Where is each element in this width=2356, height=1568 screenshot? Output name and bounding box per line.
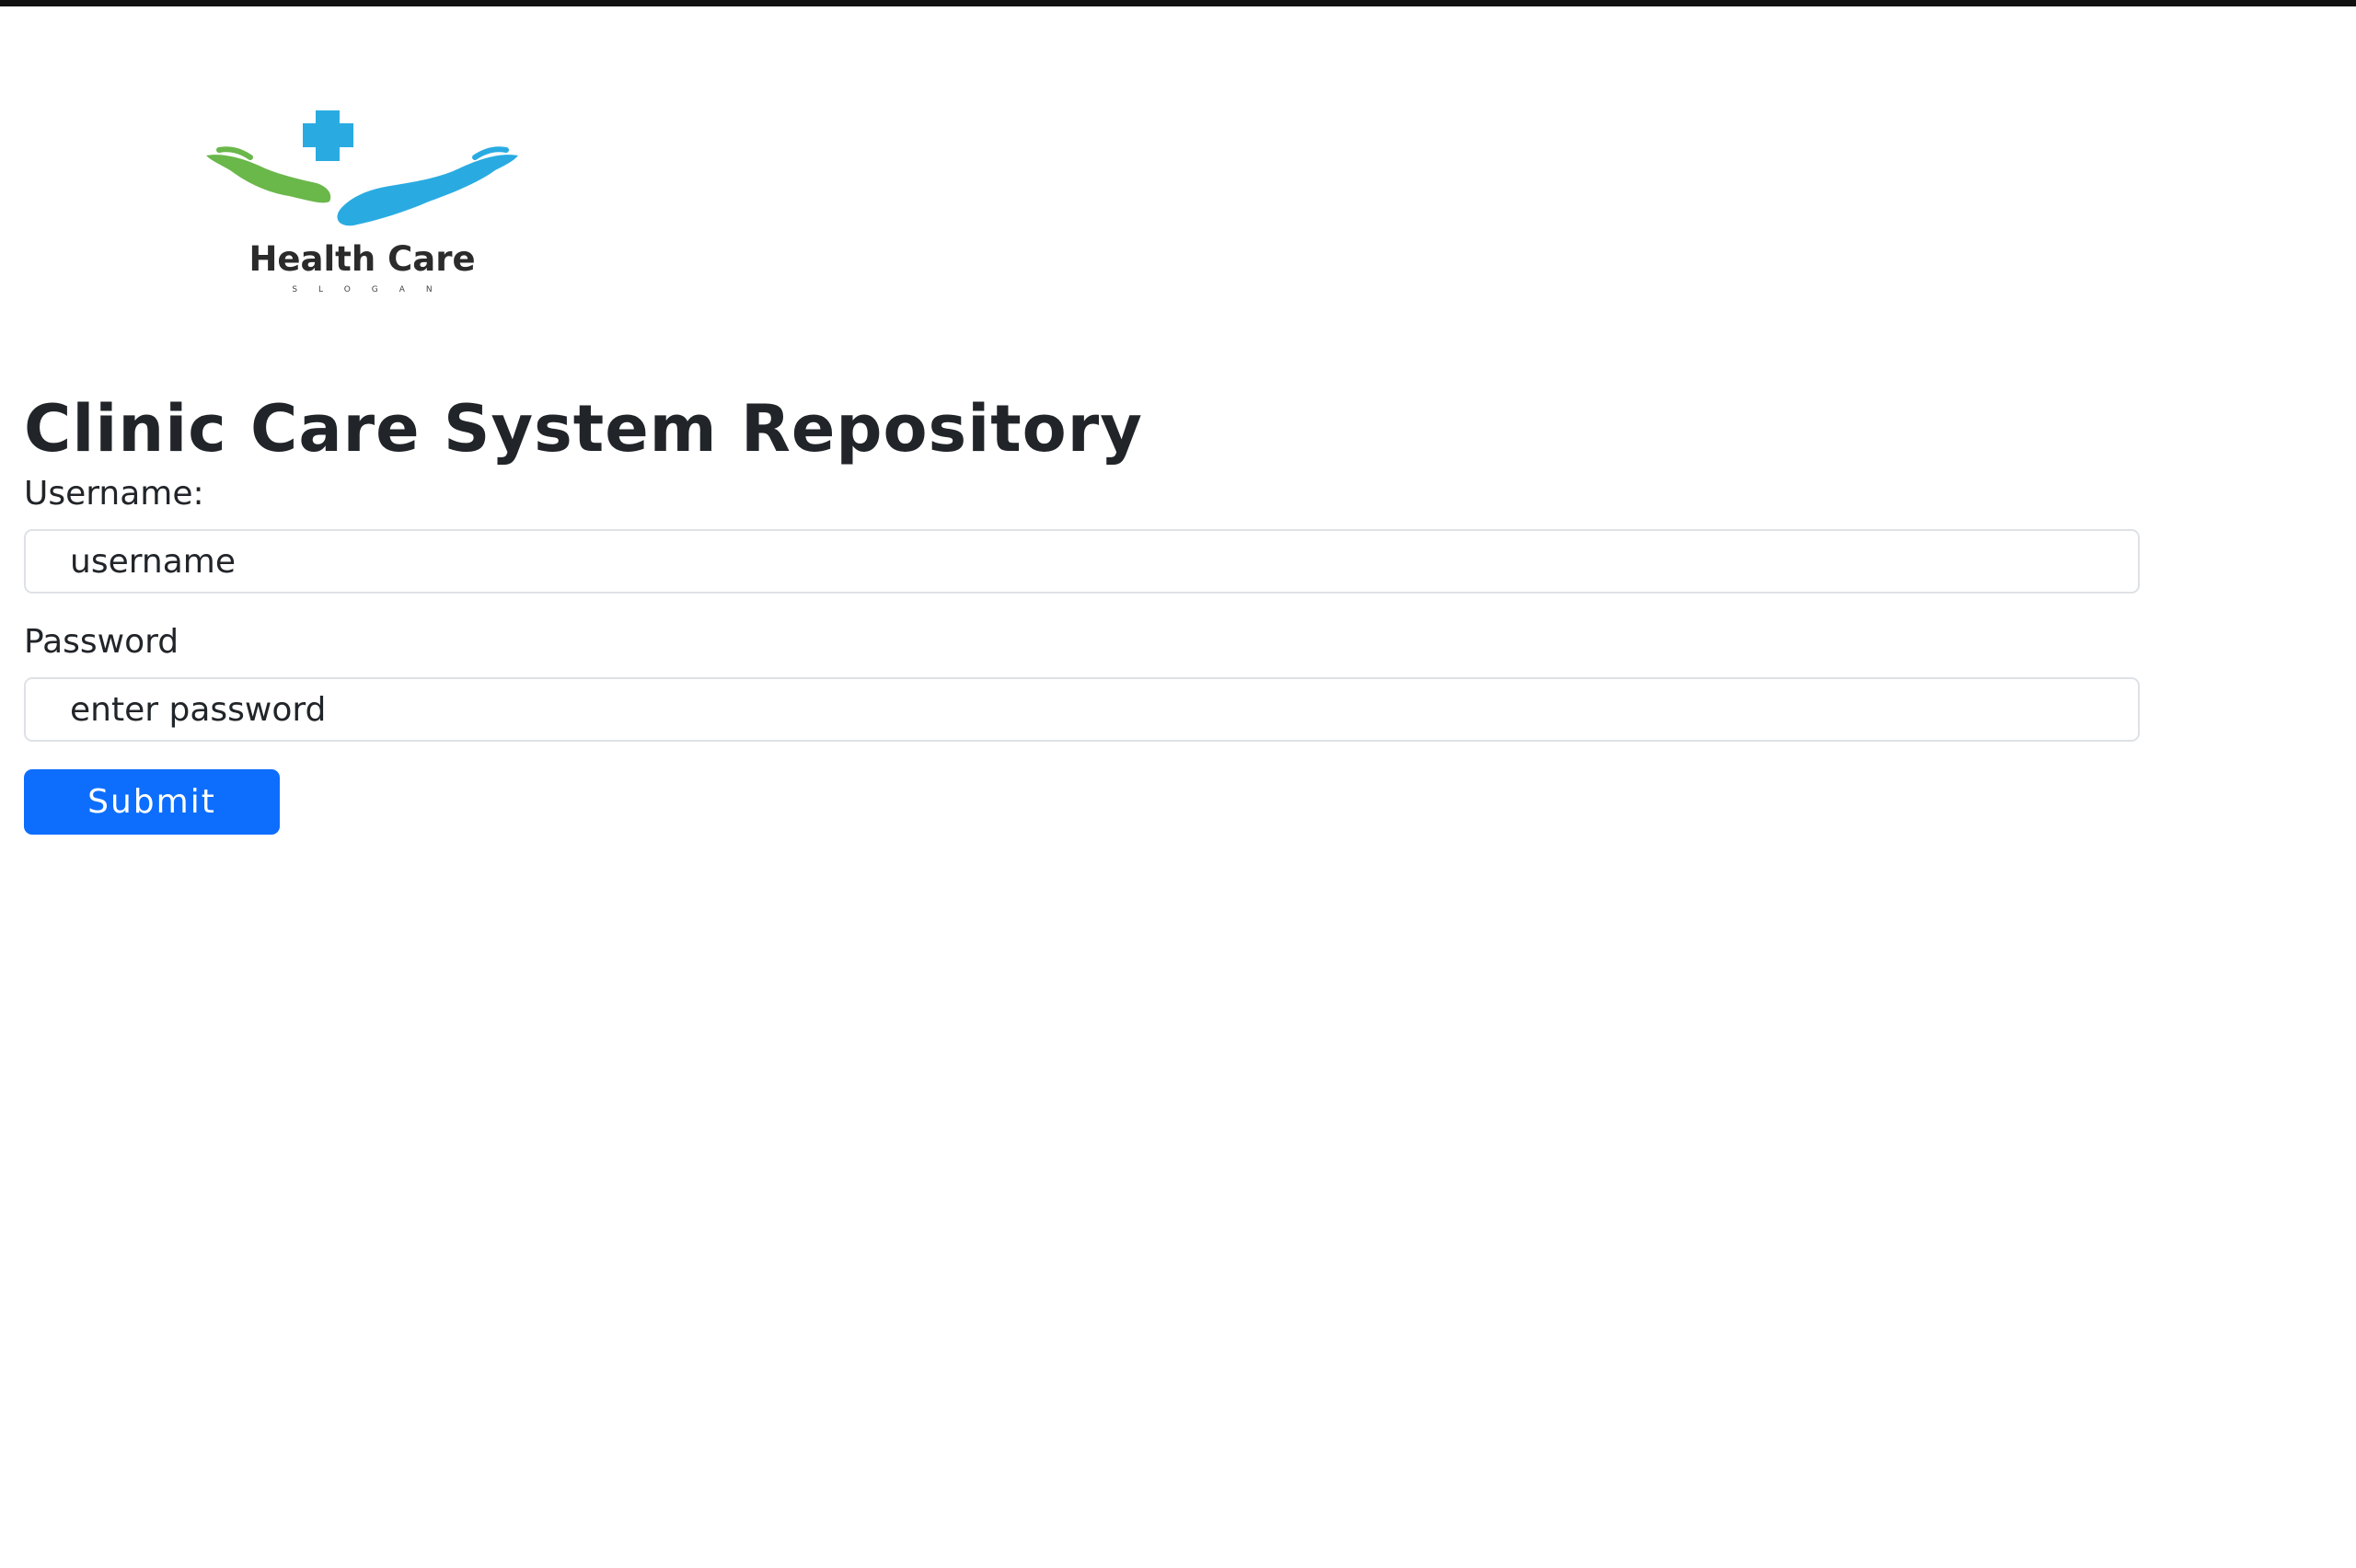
password-input[interactable]	[24, 677, 2140, 742]
submit-button[interactable]: Submit	[24, 769, 280, 835]
top-border	[0, 0, 2356, 6]
page-title: Clinic Care System Repository	[24, 391, 1143, 467]
logo-title: Health Care	[248, 239, 476, 279]
cross-hands-icon	[206, 110, 518, 226]
logo-slogan: SLOGAN	[292, 285, 454, 294]
username-input[interactable]	[24, 529, 2140, 594]
username-label: Username:	[24, 475, 204, 513]
health-care-logo: Health Care SLOGAN	[199, 104, 525, 303]
password-label: Password	[24, 623, 179, 661]
